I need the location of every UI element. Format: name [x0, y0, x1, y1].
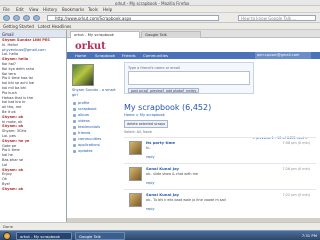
compose-box: Type a friend's name or email post scrap…	[124, 62, 254, 94]
scrap-author[interactable]: Sonal Kunal Jay	[146, 166, 179, 171]
page-content: orkut Home Scrapbook Friends Communities…	[67, 38, 320, 218]
bookmark-getting-started[interactable]: Getting Started	[3, 24, 34, 29]
taskbar-item-google-talk[interactable]: Google Talk	[75, 232, 125, 240]
menu-view[interactable]: View	[29, 7, 39, 12]
chat-sidebar: Gmail Shyam Sundar LNN PES hi. Hello! phyv…	[0, 30, 67, 222]
orkut-logo[interactable]: orkut	[75, 41, 106, 52]
menu-history[interactable]: History	[43, 7, 57, 12]
reload-button[interactable]	[23, 15, 30, 21]
sidebar-header: Gmail	[0, 30, 66, 38]
menu-file[interactable]: File	[3, 7, 10, 12]
page-title: My scrapbook (6,452)	[124, 103, 212, 112]
breadcrumb[interactable]: Home > My scrapbook	[124, 113, 316, 117]
chat-log: Shyam Sundar LNN PES hi. Hello! phyvenkuss…	[0, 38, 66, 192]
scrap-text: ok.. Tu bhi k ekk baat wale jo itne vaad…	[146, 198, 226, 202]
compose-hint: Type a friend's name or email	[128, 66, 180, 70]
nav-scrapbook[interactable]: Scrapbook	[95, 53, 115, 58]
scrap-time: 7:26 pm (0 min)	[282, 167, 311, 171]
smiley-button[interactable]: smiley	[183, 88, 200, 93]
scrap-item: its party time 7:08 pm (0 min) hi.. reply	[124, 137, 316, 160]
profile-link[interactable]: updates	[72, 148, 120, 154]
profile-column: Shyam Sundar - a smart girl profile scrap…	[72, 64, 120, 214]
clock: 7:31 PM	[301, 233, 317, 238]
scrap-time: 7:22 pm (0 min)	[282, 193, 311, 197]
scrap-item: Sonal Kunal Jay 7:22 pm (0 min) ok.. Tu bh…	[124, 189, 316, 212]
scrap-author[interactable]: its party time	[146, 140, 175, 145]
scrap-textarea[interactable]	[128, 71, 250, 85]
avatar[interactable]	[72, 64, 94, 86]
tab-google-talk[interactable]: Google Talk	[141, 31, 201, 38]
nav-friends[interactable]: Friends	[122, 53, 136, 58]
start-button[interactable]	[3, 232, 11, 240]
bookmark-latest-headlines[interactable]: Latest Headlines	[38, 24, 71, 29]
navigation-toolbar: http://www.orkut.com/Scrapbook.aspx How …	[0, 13, 320, 23]
taskbar-item-firefox[interactable]: orkut - My scrapbook	[16, 232, 72, 240]
profile-name[interactable]: Shyam Sundar - a smart girl	[72, 88, 120, 97]
search-input[interactable]: How to know Google Talk ...	[238, 15, 316, 21]
chat-line: Shyam: ok	[2, 186, 24, 191]
taskbar: orkut - My scrapbook Google Talk 7:31 PM	[0, 230, 320, 240]
tab-bar: orkut - My scrapbook Google Talk	[67, 30, 320, 38]
status-bar: Done	[0, 222, 320, 230]
home-button[interactable]	[33, 15, 40, 21]
tab-orkut[interactable]: orkut - My scrapbook	[70, 31, 140, 38]
scrap-text: hi..	[146, 146, 152, 150]
scrap-avatar[interactable]	[129, 167, 142, 181]
profile-links: profile scrapbook album videos testimonials f…	[72, 100, 120, 154]
status-text: Done	[3, 224, 13, 229]
bookmarks-toolbar: Getting Started Latest Headlines	[0, 23, 320, 30]
menu-tools[interactable]: Tools	[88, 7, 98, 12]
scrap-author[interactable]: Sonal Kunal Jay	[146, 192, 179, 197]
select-controls[interactable]: Select: All, None	[124, 130, 316, 134]
scrap-text: ok.. slide show & chat with me	[146, 172, 198, 176]
menu-bar: File Edit View History Bookmarks Tools H…	[0, 6, 320, 13]
nav-communities[interactable]: Communities	[143, 53, 168, 58]
delete-selected-button[interactable]: delete selected scraps	[124, 120, 169, 128]
scrap-item: Sonal Kunal Jay 7:26 pm (0 min) ok.. slide…	[124, 163, 316, 186]
menu-edit[interactable]: Edit	[16, 7, 24, 12]
menu-bookmarks[interactable]: Bookmarks	[62, 7, 84, 12]
scrap-list: its party time 7:08 pm (0 min) hi.. reply So…	[124, 137, 316, 212]
url-bar[interactable]: http://www.orkut.com/Scrapbook.aspx	[47, 15, 219, 21]
user-email[interactable]: pen.cpuser@gmail.com	[255, 52, 311, 59]
scrapbook-main: Type a friend's name or email post scrap…	[124, 62, 316, 218]
forward-button[interactable]	[13, 15, 20, 21]
scrap-avatar[interactable]	[129, 141, 142, 155]
nav-home[interactable]: Home	[75, 53, 86, 58]
scrap-time: 7:08 pm (0 min)	[282, 141, 311, 145]
reply-link[interactable]: reply	[146, 181, 155, 185]
scrap-avatar[interactable]	[129, 193, 142, 207]
reply-link[interactable]: reply	[146, 155, 155, 159]
back-button[interactable]	[3, 15, 10, 21]
menu-help[interactable]: Help	[103, 7, 112, 12]
reply-link[interactable]: reply	[146, 207, 155, 211]
